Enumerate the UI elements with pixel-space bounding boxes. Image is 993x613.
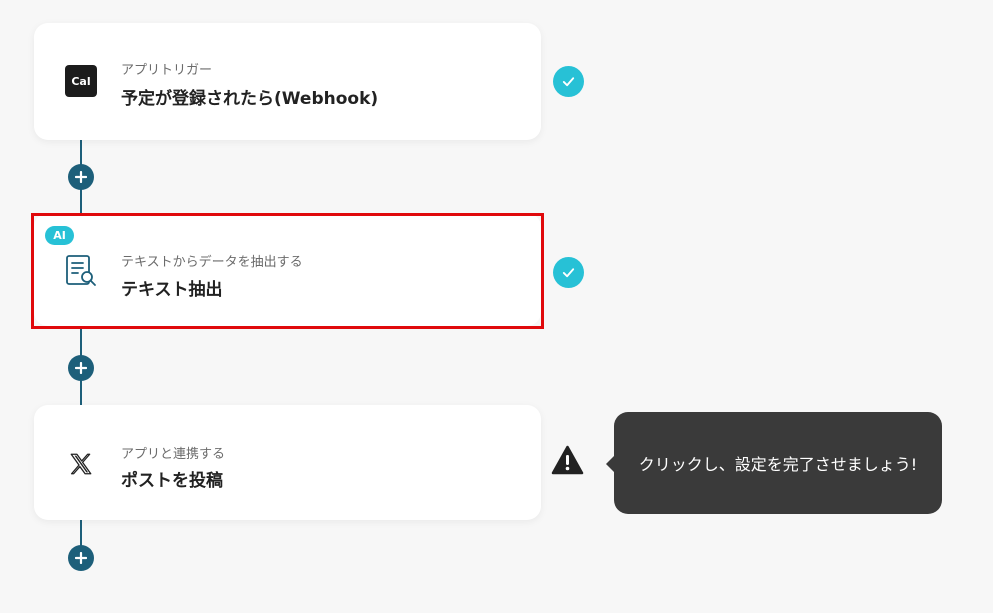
check-icon [553,66,584,97]
step-card-text-extract[interactable]: テキストからデータを抽出する テキスト抽出 [34,213,541,326]
setup-tooltip: クリックし、設定を完了させましょう! [614,412,942,514]
check-icon [553,257,584,288]
step-title: ポストを投稿 [121,471,223,491]
add-step-button[interactable] [68,545,94,571]
step-subtitle: アプリトリガー [121,63,213,78]
step-subtitle: アプリと連携する [121,447,226,462]
ai-badge: AI [45,226,74,245]
step-subtitle: テキストからデータを抽出する [121,255,303,270]
plus-icon [75,552,87,564]
step-title: 予定が登録されたら(Webhook) [121,89,379,109]
step-card-post[interactable]: アプリと連携する ポストを投稿 [34,405,541,520]
text-extract-icon [64,253,98,287]
plus-icon [75,362,87,374]
cal-logo-text: Cal [71,74,91,88]
tooltip-text: クリックし、設定を完了させましょう! [638,455,918,474]
add-step-button[interactable] [68,164,94,190]
plus-icon [75,171,87,183]
warning-icon [551,445,584,475]
cal-logo-icon: Cal [65,65,97,97]
step-title: テキスト抽出 [121,280,223,300]
step-card-trigger[interactable]: Cal アプリトリガー 予定が登録されたら(Webhook) [34,23,541,140]
x-logo-icon [64,447,98,481]
add-step-button[interactable] [68,355,94,381]
